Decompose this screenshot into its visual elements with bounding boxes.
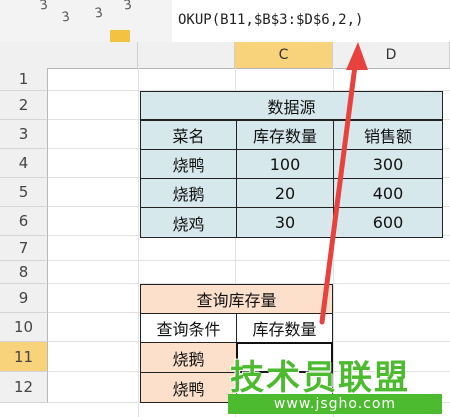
watermark: 技术员联盟 www.jsgho.com	[220, 340, 450, 417]
annotation-arrow-head	[346, 42, 368, 70]
annotation-arrow-shaft	[319, 55, 359, 325]
watermark-url: www.jsgho.com	[228, 394, 442, 414]
watermark-logo-text: 技术员联盟	[230, 358, 410, 398]
